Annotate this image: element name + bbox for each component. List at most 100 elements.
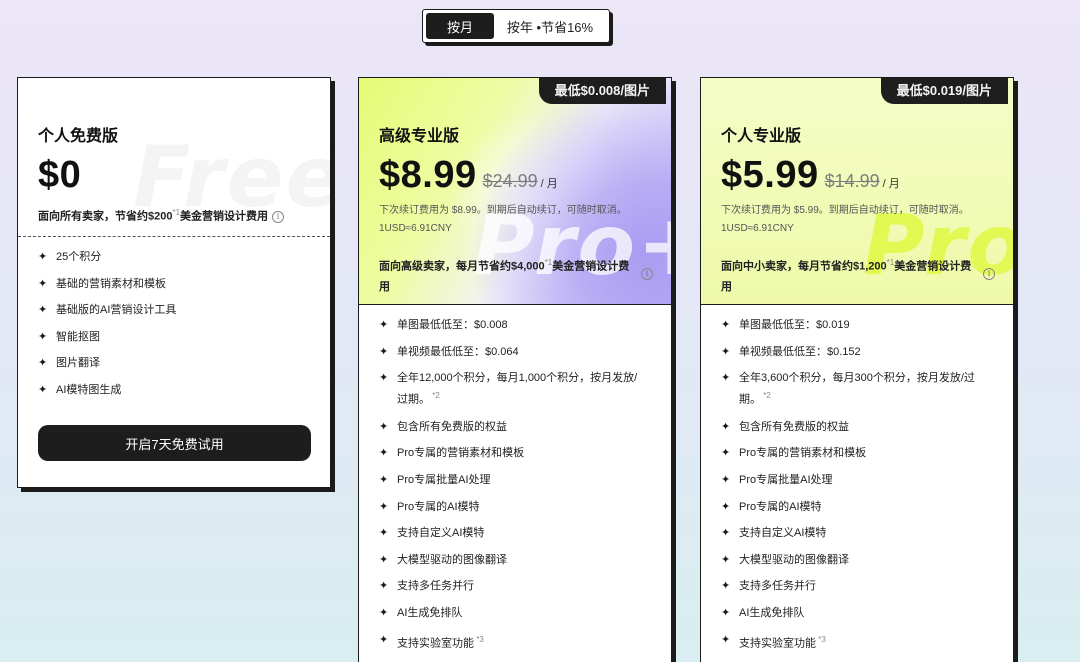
sparkle-icon: ✦ <box>379 345 389 358</box>
sparkle-icon: ✦ <box>721 474 731 487</box>
feature-text: 支持自定义AI模特 <box>397 527 485 540</box>
feature-text: 图片翻译 <box>56 357 100 370</box>
feature-item: ✦ 25个积分 <box>38 250 330 264</box>
sparkle-icon: ✦ <box>721 420 731 433</box>
info-icon[interactable]: i <box>983 268 995 280</box>
feature-text: 大模型驱动的图像翻译 <box>397 553 507 566</box>
sparkle-icon: ✦ <box>38 277 48 290</box>
plan-name: 个人免费版 <box>38 128 119 145</box>
exchange-rate: 1USD≈6.91CNY <box>721 223 794 234</box>
footnote-mark: *1 <box>172 208 181 217</box>
tagline-text: 面向中小卖家，每月节省约$1,200 <box>721 260 887 273</box>
feature-item: ✦ 单图最低低至：$0.008 <box>379 318 671 332</box>
billing-toggle: 按月 按年 •节省16% <box>422 9 610 43</box>
feature-text: 包含所有免费版的权益 <box>397 420 507 433</box>
sparkle-icon: ✦ <box>721 633 731 646</box>
sparkle-icon: ✦ <box>379 607 389 619</box>
feature-text: 智能抠图 <box>56 330 100 343</box>
feature-item: ✦ 智能抠图 <box>38 330 330 344</box>
feature-item: ✦ 基础版的AI营销设计工具 <box>38 303 330 317</box>
tagline-text: 面向高级卖家，每月节省约$4,000 <box>379 260 545 273</box>
sparkle-icon: ✦ <box>721 372 731 385</box>
plan-name: 个人专业版 <box>721 128 802 145</box>
sparkle-icon: ✦ <box>721 580 731 593</box>
sparkle-icon: ✦ <box>379 500 389 513</box>
plan-card-free: Free 个人免费版 $0 面向所有卖家，节省约$200*1美金营销设计费用i … <box>17 77 331 488</box>
feature-text: AI生成免排队 <box>397 607 463 619</box>
price-row: $0 <box>38 154 81 197</box>
yearly-option[interactable]: 按年 •节省16% <box>494 13 606 39</box>
feature-text: 基础版的AI营销设计工具 <box>56 304 177 317</box>
feature-item: ✦ Pro专属的AI模特 <box>379 500 671 514</box>
feature-text: 支持实验室功能 *3 <box>397 634 484 650</box>
feature-item: ✦ 支持多任务并行 <box>379 579 671 593</box>
info-icon[interactable]: i <box>641 268 653 280</box>
tagline-tail: 美金营销设计费用 <box>180 210 269 223</box>
feature-text: 25个积分 <box>56 251 102 263</box>
feature-item: ✦ Pro专属的AI模特 <box>721 500 1013 514</box>
feature-text: 支持实验室功能 *3 <box>739 634 826 650</box>
plan-price: $5.99 <box>721 154 819 196</box>
feature-item: ✦ 支持实验室功能 *3 <box>379 633 671 651</box>
price-row: $8.99 $24.99 / 月 <box>379 154 558 197</box>
sparkle-icon: ✦ <box>379 447 389 460</box>
sparkle-icon: ✦ <box>379 633 389 646</box>
feature-item: ✦ 单视频最低低至：$0.064 <box>379 345 671 359</box>
sparkle-icon: ✦ <box>38 251 48 263</box>
plan-header: Pro 最低$0.019/图片 个人专业版 $5.99 $14.99 / 月 下… <box>701 78 1013 305</box>
feature-item: ✦ 大模型驱动的图像翻译 <box>721 553 1013 567</box>
feature-text: Pro专属的营销素材和模板 <box>739 447 867 460</box>
plan-tagline: 面向所有卖家，节省约$200*1美金营销设计费用 i <box>38 203 328 227</box>
feature-text: 单视频最低低至：$0.152 <box>739 345 861 358</box>
renewal-note: 下次续订费用为 $5.99。到期后自动续订，可随时取消。 1USD≈6.91CN… <box>721 202 991 238</box>
sparkle-icon: ✦ <box>379 420 389 433</box>
plan-price: $0 <box>38 154 82 196</box>
feature-item: ✦ 全年3,600个积分，每月300个积分，按月发放/过期。 *2 <box>721 370 1013 409</box>
sparkle-icon: ✦ <box>721 319 731 331</box>
sparkle-icon: ✦ <box>38 304 48 317</box>
feature-text: Pro专属的AI模特 <box>397 500 480 513</box>
feature-text: 大模型驱动的图像翻译 <box>739 553 849 566</box>
sparkle-icon: ✦ <box>38 357 48 370</box>
feature-item: ✦ 图片翻译 <box>38 356 330 370</box>
sparkle-icon: ✦ <box>721 345 731 358</box>
renewal-note: 下次续订费用为 $8.99。到期后自动续订，可随时取消。 1USD≈6.91CN… <box>379 202 649 238</box>
feature-item: ✦ 支持自定义AI模特 <box>379 526 671 540</box>
feature-item: ✦ AI生成免排队 <box>721 606 1013 620</box>
feature-text: 单图最低低至：$0.019 <box>739 319 850 331</box>
feature-item: ✦ Pro专属的营销素材和模板 <box>721 446 1013 460</box>
feature-item: ✦ 单图最低低至：$0.019 <box>721 318 1013 332</box>
sparkle-icon: ✦ <box>721 447 731 460</box>
feature-item: ✦ 单视频最低低至：$0.152 <box>721 345 1013 359</box>
plan-tagline: 面向高级卖家，每月节省约$4,000*1美金营销设计费用 <box>379 253 631 297</box>
plan-price: $8.99 <box>379 154 477 196</box>
original-price: $24.99 <box>482 171 538 191</box>
feature-text: 支持自定义AI模特 <box>739 527 827 540</box>
feature-text: 支持多任务并行 <box>739 580 816 593</box>
feature-text: AI生成免排队 <box>739 607 805 619</box>
feature-item: ✦ AI生成免排队 <box>379 606 671 620</box>
sparkle-icon: ✦ <box>721 553 731 566</box>
info-icon[interactable]: i <box>272 210 285 223</box>
feature-text: 单视频最低低至：$0.064 <box>397 345 519 358</box>
feature-item: ✦ 支持自定义AI模特 <box>721 526 1013 540</box>
sparkle-icon: ✦ <box>379 319 389 331</box>
lowest-price-badge: 最低$0.019/图片 <box>880 78 1008 104</box>
feature-item: ✦ Pro专属批量AI处理 <box>379 473 671 487</box>
price-row: $5.99 $14.99 / 月 <box>721 154 900 197</box>
tagline-text: 面向所有卖家，节省约$200 <box>38 210 173 223</box>
plan-card-pro-plus: Pro+ 最低$0.008/图片 高级专业版 $8.99 $24.99 / 月 … <box>358 77 672 662</box>
start-free-trial-button[interactable]: 开启7天免费试用 <box>38 425 311 461</box>
footnote-mark: *2 <box>761 391 771 401</box>
footnote-mark: *3 <box>474 634 484 644</box>
feature-item: ✦ 大模型驱动的图像翻译 <box>379 553 671 567</box>
exchange-rate: 1USD≈6.91CNY <box>379 223 452 234</box>
monthly-option[interactable]: 按月 <box>426 13 494 39</box>
renewal-text: 下次续订费用为 $8.99。到期后自动续订，可随时取消。 <box>379 205 627 216</box>
footnote-mark: *3 <box>816 634 826 644</box>
feature-item: ✦ Pro专属的营销素材和模板 <box>379 446 671 460</box>
sparkle-icon: ✦ <box>379 474 389 487</box>
feature-text: Pro专属的AI模特 <box>739 500 822 513</box>
sparkle-icon: ✦ <box>721 500 731 513</box>
feature-item: ✦ AI模特图生成 <box>38 383 330 397</box>
